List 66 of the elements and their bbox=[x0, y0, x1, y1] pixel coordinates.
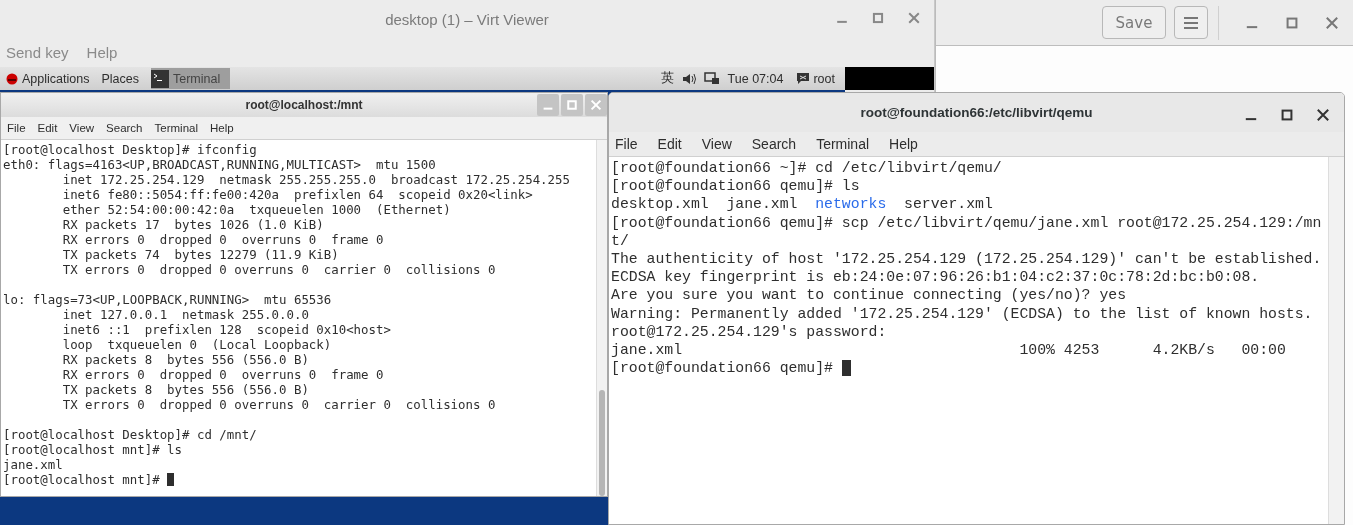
window-title: desktop (1) – Virt Viewer bbox=[385, 10, 549, 28]
terminal-line: inet6 fe80::5054:ff:fe00:420a prefixlen 64 scopeid 0x20<link> bbox=[61, 187, 534, 202]
terminal-line: RX errors 0 dropped 0 overruns 0 frame 0 bbox=[61, 367, 385, 382]
window-title: root@localhost:/mnt bbox=[245, 98, 363, 112]
scrollbar[interactable] bbox=[1328, 157, 1344, 524]
volume-icon[interactable] bbox=[681, 72, 696, 85]
terminal-line: inet 127.0.0.1 netmask 255.0.0.0 bbox=[61, 307, 310, 322]
menu-item[interactable]: Search bbox=[751, 136, 797, 152]
menu-item[interactable]: Terminal bbox=[816, 136, 870, 152]
network-icon[interactable] bbox=[703, 72, 720, 85]
menu-icon bbox=[1184, 16, 1198, 29]
terminal-line: [root@localhost Desktop]# cd /mnt/ bbox=[3, 427, 258, 442]
terminal-line: TX packets 74 bytes 12279 (11.9 KiB) bbox=[61, 247, 340, 262]
taskbar-item[interactable]: Terminal bbox=[150, 68, 231, 89]
terminal-line: [root@localhost Desktop]# ifconfig bbox=[3, 142, 258, 157]
menu-item[interactable]: Help bbox=[210, 122, 234, 134]
window-title: root@foundation66:/etc/libvirt/qemu bbox=[860, 105, 1093, 120]
terminal-line: TX packets 8 bytes 556 (556.0 B) bbox=[61, 382, 310, 397]
menu-item[interactable]: Help bbox=[889, 136, 918, 152]
directory-name: networks bbox=[815, 195, 887, 214]
terminal-icon bbox=[150, 69, 169, 88]
file-name: desktop.xml bbox=[611, 195, 709, 214]
clock[interactable]: Tue 07:04 bbox=[727, 71, 784, 86]
terminal-line: loop txqueuelen 0 (Local Loopback) bbox=[61, 337, 333, 352]
terminal-line: ether 52:54:00:00:42:0a txqueuelen 1000 (Ethernet) bbox=[61, 202, 452, 217]
terminal-line: inet 172.25.254.129 netmask 255.255.255.0 broadcast 172.25.254.255 bbox=[61, 172, 571, 187]
menu-item[interactable]: File bbox=[615, 136, 638, 152]
file-name: server.xml bbox=[904, 195, 993, 214]
terminal-line: root@172.25.254.129's password: bbox=[611, 322, 888, 341]
menu-item[interactable]: View bbox=[69, 122, 95, 134]
terminal-line: ECDSA key fingerprint is eb:24:0e:07:96:26:b1:04:c2:37:0c:78:2d:bc:b0:08. bbox=[611, 268, 1261, 287]
terminal-line: [root@foundation66 qemu]# ls bbox=[611, 177, 861, 196]
terminal-line: Are you sure you want to continue connecting (yes/no)? yes bbox=[611, 286, 1127, 305]
user-menu[interactable]: root bbox=[797, 71, 835, 86]
terminal-line: RX packets 17 bytes 1026 (1.0 KiB) bbox=[61, 217, 325, 232]
terminal-line: jane.xml bbox=[3, 457, 64, 472]
terminal-line: [root@foundation66 qemu]# bbox=[611, 359, 833, 378]
terminal-line: eth0: flags=4163<UP,BROADCAST,RUNNING,MULTICAST> mtu 1500 bbox=[3, 157, 437, 172]
scrollbar-thumb[interactable] bbox=[599, 390, 605, 496]
menu-item[interactable]: Edit bbox=[657, 136, 682, 152]
menu-item[interactable]: Search bbox=[106, 122, 143, 134]
applications-menu[interactable]: Applications bbox=[0, 67, 96, 90]
terminal-line: [root@localhost mnt]# bbox=[3, 472, 160, 487]
menu-item[interactable]: View bbox=[701, 136, 732, 152]
terminal-line: RX errors 0 dropped 0 overruns 0 frame 0 bbox=[61, 232, 385, 247]
menu-item[interactable]: File bbox=[7, 122, 26, 134]
terminal-line: TX errors 0 dropped 0 overruns 0 carrier 0 collisions 0 bbox=[61, 397, 497, 412]
menu-button[interactable] bbox=[1174, 6, 1208, 39]
terminal-line: [root@localhost mnt]# ls bbox=[3, 442, 184, 457]
terminal-line: TX errors 0 dropped 0 overruns 0 carrier 0 collisions 0 bbox=[61, 262, 497, 277]
input-method-indicator[interactable]: 英 bbox=[660, 70, 674, 87]
terminal-line: [root@foundation66 qemu]# scp /etc/libvirt/qemu/jane.xml root@172.25.254.129:/mn bbox=[611, 213, 1323, 232]
terminal-line: RX packets 8 bytes 556 (556.0 B) bbox=[61, 352, 310, 367]
terminal-line: Warning: Permanently added '172.25.254.129' (ECDSA) to the list of known hosts. bbox=[611, 304, 1314, 323]
menu-item[interactable]: Edit bbox=[37, 122, 58, 134]
terminal-line: inet6 ::1 prefixlen 128 scopeid 0x10<host> bbox=[61, 322, 392, 337]
terminal-line: [root@foundation66 ~]# cd /etc/libvirt/qemu/ bbox=[611, 159, 1003, 178]
chat-icon bbox=[797, 73, 810, 84]
terminal-line: lo: flags=73<UP,LOOPBACK,RUNNING> mtu 65536 bbox=[3, 292, 333, 307]
save-button[interactable]: Save bbox=[1102, 6, 1166, 39]
terminal-line: jane.xml 100% 4253 4.2KB/s 00:00 bbox=[611, 340, 1287, 360]
menu-item[interactable]: Terminal bbox=[154, 122, 198, 134]
file-name: jane.xml bbox=[726, 195, 798, 214]
places-menu[interactable]: Places bbox=[95, 67, 145, 90]
terminal-line: The authenticity of host '172.25.254.129 (172.25.254.129)' can't be established. bbox=[611, 249, 1323, 269]
terminal-line: t/ bbox=[611, 231, 630, 250]
